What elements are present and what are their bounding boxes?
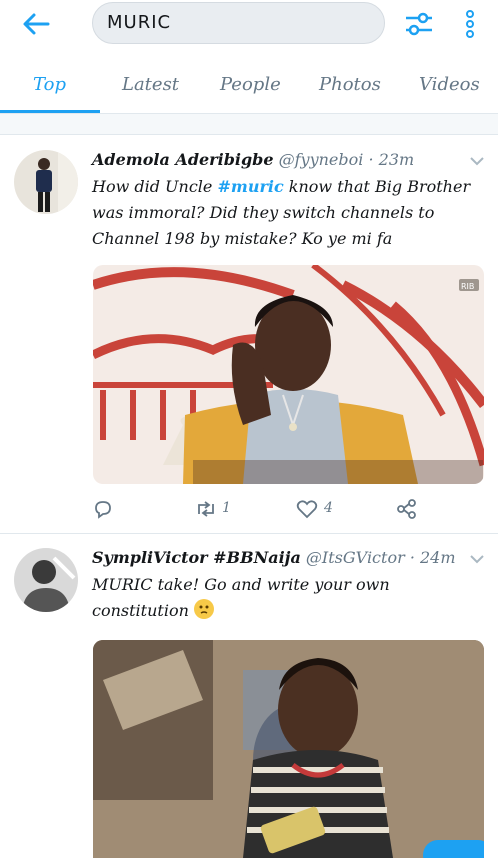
share-button[interactable] xyxy=(396,498,418,524)
share-icon xyxy=(397,499,416,519)
retweet-icon xyxy=(198,501,214,517)
author-name[interactable]: Ademola Aderibigbe xyxy=(92,150,274,169)
filter-icon[interactable] xyxy=(402,8,436,40)
tweet-image[interactable] xyxy=(93,640,484,858)
tab-photos[interactable]: Photos xyxy=(319,74,381,95)
tweet-header: Ademola Aderibigbe @fyyneboi · 23m xyxy=(92,150,414,169)
tab-top[interactable]: Top xyxy=(33,74,66,95)
tweet-text: How did Uncle #muric know that Big Broth… xyxy=(92,174,482,252)
tweet-header: SympliVictor #BBNaija @ItsGVictor · 24m xyxy=(92,548,456,567)
media-badge: RIB xyxy=(461,282,474,291)
avatar[interactable] xyxy=(14,150,78,214)
tweet-text: MURIC take! Go and write your own consti… xyxy=(92,572,482,624)
section-separator xyxy=(0,114,498,135)
hashtag-link[interactable]: #muric xyxy=(217,177,283,196)
reply-button[interactable] xyxy=(92,498,114,524)
tweet-text-content: MURIC take! Go and write your own consti… xyxy=(92,575,390,620)
like-icon xyxy=(296,500,318,519)
retweet-button[interactable]: 1 xyxy=(194,498,231,524)
thinking-emoji-icon xyxy=(193,599,214,619)
reply-icon xyxy=(95,501,111,519)
top-bar: MURIC xyxy=(0,0,498,48)
tab-videos[interactable]: Videos xyxy=(419,74,480,95)
tweet-text-start: How did Uncle xyxy=(92,177,218,196)
chevron-down-icon[interactable] xyxy=(469,156,485,166)
more-vertical-icon[interactable] xyxy=(462,8,478,40)
tab-latest[interactable]: Latest xyxy=(122,74,179,95)
tweet-divider xyxy=(0,533,498,534)
like-button[interactable]: 4 xyxy=(296,498,333,524)
like-count: 4 xyxy=(324,500,333,516)
back-arrow-icon[interactable] xyxy=(20,10,52,38)
search-input[interactable]: MURIC xyxy=(92,2,385,44)
tab-people[interactable]: People xyxy=(220,74,281,95)
tweet-time: · 23m xyxy=(368,150,415,169)
tweet-image[interactable]: RIB xyxy=(93,265,484,484)
chevron-down-icon[interactable] xyxy=(469,554,485,564)
search-tabs: Top Latest People Photos Videos xyxy=(0,62,498,114)
author-name[interactable]: SympliVictor #BBNaija xyxy=(92,548,301,567)
search-query: MURIC xyxy=(107,12,172,33)
author-handle[interactable]: @fyyneboi xyxy=(279,150,364,169)
avatar[interactable] xyxy=(14,548,78,612)
tweet-actions: 1 4 xyxy=(92,498,492,522)
author-handle[interactable]: @ItsGVictor xyxy=(306,548,405,567)
retweet-count: 1 xyxy=(222,500,231,516)
tweet-time: · 24m xyxy=(409,548,456,567)
